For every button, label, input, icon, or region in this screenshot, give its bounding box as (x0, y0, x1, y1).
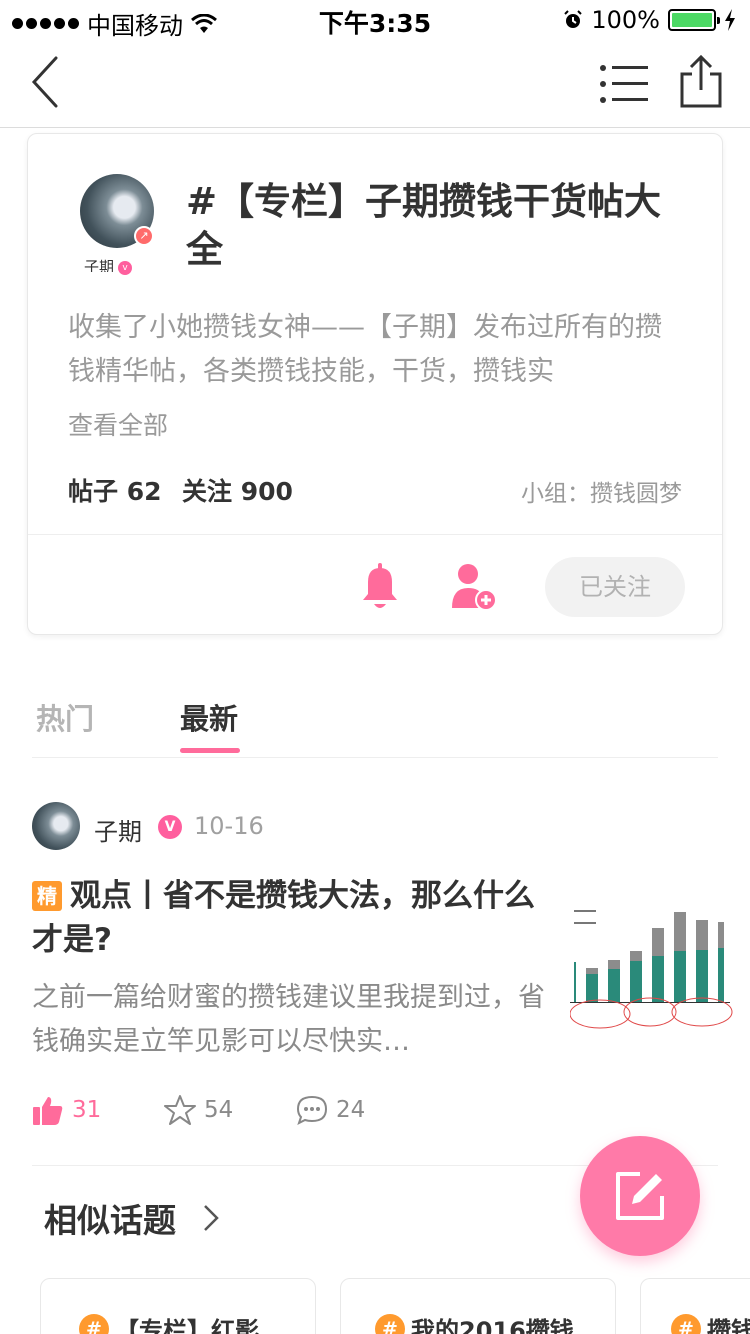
alarm-icon (564, 10, 583, 28)
bell-icon[interactable] (360, 562, 400, 612)
similar-topic-label: # 我的2016攒钱 (375, 1311, 574, 1334)
battery-icon (668, 9, 720, 31)
like-count: 31 (72, 1097, 102, 1123)
featured-badge: 精 (32, 881, 62, 911)
trending-icon: ↗ (134, 226, 154, 246)
page-title: #【专栏】子期攒钱干货帖大全 (186, 180, 662, 271)
like-button[interactable]: 31 (32, 1094, 101, 1126)
chevron-left-icon[interactable] (26, 54, 66, 110)
chevron-right-icon (204, 1205, 219, 1231)
status-bar: 中国移动 下午3:35 100% (0, 0, 750, 40)
similar-topic-text: 【专栏】红影 (115, 1317, 259, 1334)
followers-count: 关注 900 (182, 477, 293, 506)
similar-topic-label: # 【专栏】红影 (79, 1311, 259, 1334)
post-title[interactable]: 精观点丨省不是攒钱大法，那么什么才是? (32, 874, 552, 962)
post-thumbnail-image[interactable] (570, 896, 750, 1032)
hashtag-icon: # (79, 1313, 109, 1334)
tab-bar: 热门 最新 (32, 696, 718, 758)
comment-count: 24 (336, 1097, 366, 1123)
group-link[interactable]: 小组：攒钱圆梦 (521, 474, 682, 508)
thumbs-up-icon (33, 1097, 63, 1125)
tab-hot[interactable]: 热门 (36, 696, 94, 738)
post-date: 10-16 (194, 812, 264, 840)
similar-topic-card[interactable]: # 【专栏】红影 (40, 1278, 316, 1334)
divider (28, 534, 722, 535)
similar-topic-text: 攒钱 (707, 1317, 750, 1334)
similar-topic-card[interactable]: # 攒钱 (640, 1278, 750, 1334)
verified-icon: v (118, 261, 132, 275)
navigation-bar (0, 40, 750, 128)
battery-percent: 100% (591, 6, 660, 34)
star-icon (164, 1095, 196, 1125)
tab-indicator (180, 748, 240, 753)
charging-icon (725, 9, 735, 31)
post-title-text[interactable]: 观点丨省不是攒钱大法，那么什么才是? (32, 878, 535, 958)
verified-icon: V (158, 815, 182, 839)
similar-topics-header[interactable]: 相似话题 (44, 1194, 220, 1242)
hashtag-icon: # (375, 1313, 405, 1334)
post-author-name[interactable]: 子期 (94, 812, 142, 847)
compose-post-button[interactable] (580, 1136, 700, 1256)
topic-description: 收集了小她攒钱女神——【子期】发布过所有的攒钱精华帖，各类攒钱技能，干货，攒钱实 (68, 312, 662, 387)
hashtag-icon: # (671, 1313, 701, 1334)
similar-topic-card[interactable]: # 我的2016攒钱 (340, 1278, 616, 1334)
tab-latest[interactable]: 最新 (180, 696, 238, 738)
post-excerpt[interactable]: 之前一篇给财蜜的攒钱建议里我提到过，省钱确实是立竿见影可以尽快实… (32, 976, 552, 1064)
topic-author-name[interactable]: 子期 (84, 256, 114, 272)
comment-button[interactable]: 24 (296, 1094, 365, 1126)
view-all-link[interactable]: 查看全部 (68, 406, 168, 442)
topic-card: ↗ 子期 v #【专栏】子期攒钱干货帖大全 收集了小她攒钱女神——【子期】发布过… (27, 133, 723, 635)
status-bar-right: 100% (563, 6, 736, 34)
favorite-button[interactable]: 54 (164, 1094, 233, 1126)
share-icon[interactable] (678, 54, 724, 110)
list-menu-icon[interactable] (598, 60, 650, 108)
followed-button[interactable]: 已关注 (545, 557, 685, 617)
posts-count: 帖子 62 (68, 477, 162, 506)
avatar[interactable] (32, 802, 80, 850)
similar-topics-title: 相似话题 (44, 1201, 176, 1240)
similar-topic-label: # 攒钱 (671, 1311, 750, 1334)
add-user-icon[interactable] (450, 562, 498, 610)
edit-icon (616, 1172, 664, 1220)
similar-topic-text: 我的2016攒钱 (411, 1317, 574, 1334)
comment-icon (296, 1095, 328, 1125)
favorite-count: 54 (204, 1097, 234, 1123)
